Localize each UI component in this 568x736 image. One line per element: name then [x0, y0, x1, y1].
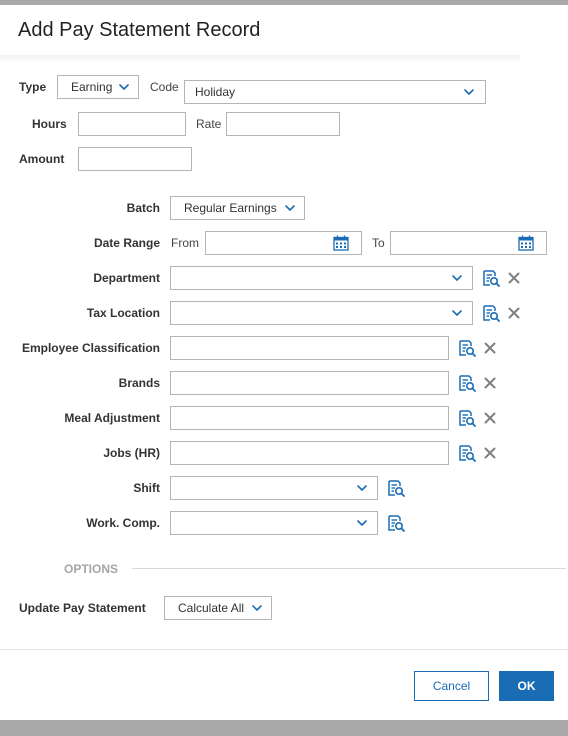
employee-classification-clear-icon[interactable]	[484, 342, 496, 354]
rate-input[interactable]	[226, 112, 340, 136]
tax-location-clear-icon[interactable]	[508, 307, 520, 319]
department-clear-icon[interactable]	[508, 272, 520, 284]
brands-clear-icon[interactable]	[484, 377, 496, 389]
batch-dropdown[interactable]: Regular Earnings	[170, 196, 305, 220]
shift-dropdown[interactable]	[170, 476, 378, 500]
chevron-down-icon	[452, 275, 462, 281]
calendar-icon[interactable]	[333, 235, 349, 251]
chevron-down-icon	[464, 89, 474, 95]
to-label: To	[372, 236, 385, 250]
brands-label: Brands	[118, 376, 160, 390]
department-label: Department	[93, 271, 160, 285]
chevron-down-icon	[357, 520, 367, 526]
rate-label: Rate	[196, 117, 222, 131]
work-comp-dropdown[interactable]	[170, 511, 378, 535]
from-label: From	[171, 236, 199, 250]
amount-input[interactable]	[78, 147, 192, 171]
chevron-down-icon	[452, 310, 462, 316]
meal-adjustment-lookup-icon[interactable]	[458, 409, 476, 427]
work-comp-label: Work. Comp.	[86, 516, 160, 530]
tax-location-label: Tax Location	[86, 306, 160, 320]
jobs-input[interactable]	[170, 441, 449, 465]
footer-divider	[0, 649, 568, 650]
shift-lookup-icon[interactable]	[387, 479, 405, 497]
employee-classification-lookup-icon[interactable]	[458, 339, 476, 357]
chevron-down-icon	[285, 205, 295, 211]
hours-input[interactable]	[78, 112, 186, 136]
add-pay-statement-dialog: Add Pay Statement Record Type Earning Co…	[0, 5, 568, 720]
jobs-lookup-icon[interactable]	[458, 444, 476, 462]
shift-label: Shift	[133, 481, 160, 495]
brands-lookup-icon[interactable]	[458, 374, 476, 392]
tax-location-dropdown[interactable]	[170, 301, 473, 325]
department-dropdown[interactable]	[170, 266, 473, 290]
chevron-down-icon	[357, 485, 367, 491]
type-value: Earning	[71, 80, 113, 94]
batch-value: Regular Earnings	[184, 201, 277, 215]
code-label: Code	[150, 80, 179, 94]
date-range-label: Date Range	[93, 236, 160, 250]
meal-adjustment-label: Meal Adjustment	[64, 411, 160, 425]
employee-classification-input[interactable]	[170, 336, 449, 360]
update-pay-statement-value: Calculate All	[178, 601, 245, 615]
brands-input[interactable]	[170, 371, 449, 395]
chevron-down-icon	[252, 605, 262, 611]
work-comp-lookup-icon[interactable]	[387, 514, 405, 532]
dialog-title: Add Pay Statement Record	[18, 19, 261, 41]
calendar-icon[interactable]	[518, 235, 534, 251]
update-pay-statement-dropdown[interactable]: Calculate All	[164, 596, 272, 620]
employee-classification-label: Employee Classification	[21, 341, 160, 355]
jobs-clear-icon[interactable]	[484, 447, 496, 459]
cancel-button[interactable]: Cancel	[414, 671, 489, 701]
update-pay-statement-label: Update Pay Statement	[19, 601, 146, 615]
code-value: Holiday	[195, 85, 236, 99]
code-dropdown[interactable]: Holiday	[184, 80, 486, 104]
title-divider	[0, 55, 520, 63]
options-divider	[132, 568, 566, 569]
options-section-label: OPTIONS	[64, 562, 119, 576]
department-lookup-icon[interactable]	[482, 269, 500, 287]
batch-label: Batch	[126, 201, 160, 215]
meal-adjustment-input[interactable]	[170, 406, 449, 430]
tax-location-lookup-icon[interactable]	[482, 304, 500, 322]
type-dropdown[interactable]: Earning	[57, 75, 139, 99]
ok-button[interactable]: OK	[499, 671, 554, 701]
amount-label: Amount	[19, 152, 65, 166]
chevron-down-icon	[119, 84, 129, 90]
meal-adjustment-clear-icon[interactable]	[484, 412, 496, 424]
jobs-label: Jobs (HR)	[103, 446, 160, 460]
type-label: Type	[19, 80, 47, 94]
hours-label: Hours	[32, 117, 67, 131]
